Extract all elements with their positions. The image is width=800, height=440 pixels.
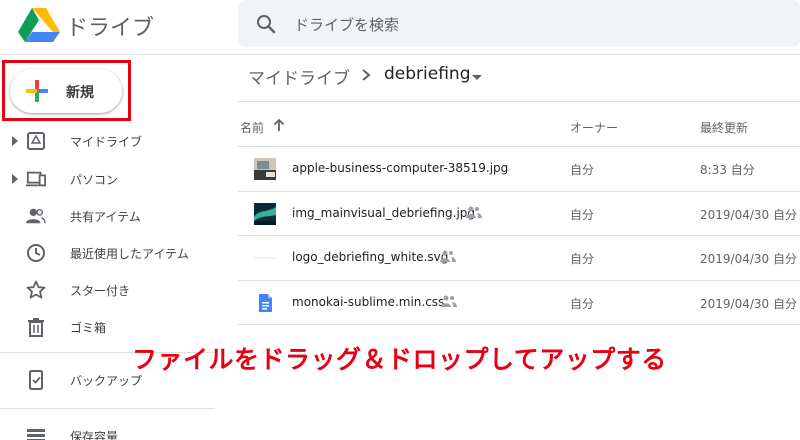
storage-icon bbox=[27, 429, 45, 440]
row-divider bbox=[238, 324, 800, 325]
file-owner: 自分 bbox=[570, 297, 595, 311]
table-row[interactable]: img_mainvisual_debriefing.jpg 自分 2019/04… bbox=[238, 192, 800, 236]
sidebar-item-computers[interactable]: パソコン bbox=[0, 163, 215, 195]
shared-people-icon bbox=[440, 250, 456, 262]
column-header-modified[interactable]: 最終更新 bbox=[700, 119, 748, 136]
breadcrumb-current[interactable]: debriefing bbox=[384, 64, 471, 84]
file-modified: 2019/04/30 自分 bbox=[700, 252, 797, 266]
table-row[interactable]: apple-business-computer-38519.jpg 自分 8:3… bbox=[238, 147, 800, 191]
file-modified: 2019/04/30 自分 bbox=[700, 297, 797, 311]
sidebar-item-label: ゴミ箱 bbox=[70, 321, 107, 335]
expand-caret-icon[interactable] bbox=[12, 136, 18, 146]
backup-icon bbox=[29, 370, 43, 390]
star-icon bbox=[26, 280, 46, 299]
sidebar-item-my-drive[interactable]: マイドライブ bbox=[0, 125, 215, 157]
sidebar-item-shared[interactable]: 共有アイテム bbox=[0, 200, 215, 232]
file-owner: 自分 bbox=[570, 208, 595, 222]
sidebar-item-recent[interactable]: 最近使用したアイテム bbox=[0, 237, 215, 269]
trash-icon bbox=[28, 318, 44, 337]
svg-file-icon bbox=[254, 257, 276, 259]
sidebar-item-label: 共有アイテム bbox=[70, 210, 141, 224]
sidebar-item-label: マイドライブ bbox=[70, 135, 143, 149]
document-icon bbox=[259, 294, 272, 312]
column-header-owner[interactable]: オーナー bbox=[570, 119, 618, 136]
highlight-box bbox=[2, 60, 131, 121]
breadcrumb-divider bbox=[238, 101, 800, 102]
table-row[interactable]: logo_debriefing_white.svg 自分 2019/04/30 … bbox=[238, 236, 800, 280]
my-drive-icon bbox=[27, 132, 45, 150]
sidebar-item-trash[interactable]: ゴミ箱 bbox=[0, 311, 215, 343]
file-name: img_mainvisual_debriefing.jpg bbox=[292, 206, 476, 220]
file-name: monokai-sublime.min.css bbox=[292, 295, 445, 309]
chevron-down-icon[interactable] bbox=[472, 75, 482, 80]
table-row[interactable]: monokai-sublime.min.css 自分 2019/04/30 自分 bbox=[238, 281, 800, 325]
sidebar-item-label: スター付き bbox=[70, 284, 131, 298]
chevron-right-icon bbox=[362, 69, 371, 81]
breadcrumb-root[interactable]: マイドライブ bbox=[248, 64, 350, 89]
app-title: ドライブ bbox=[66, 16, 155, 41]
sidebar-item-label: 最近使用したアイテム bbox=[70, 247, 189, 261]
header-divider bbox=[0, 54, 800, 55]
clock-icon bbox=[27, 244, 45, 262]
file-name: apple-business-computer-38519.jpg bbox=[292, 161, 509, 175]
sidebar-item-label: 保存容量 bbox=[70, 430, 119, 440]
expand-caret-icon[interactable] bbox=[12, 174, 18, 184]
people-icon bbox=[26, 208, 46, 224]
image-thumbnail-icon bbox=[254, 203, 276, 225]
search-icon[interactable] bbox=[256, 14, 276, 34]
image-thumbnail-icon bbox=[254, 158, 276, 180]
computers-icon bbox=[26, 171, 46, 187]
file-owner: 自分 bbox=[570, 163, 595, 177]
sidebar-item-starred[interactable]: スター付き bbox=[0, 274, 215, 306]
file-modified: 2019/04/30 自分 bbox=[700, 208, 797, 222]
shared-people-icon bbox=[441, 295, 457, 307]
search-bar[interactable]: ドライブを検索 bbox=[238, 0, 800, 47]
sort-arrow-up-icon[interactable] bbox=[273, 118, 285, 132]
instruction-overlay-text: ファイルをドラッグ＆ドロップしてアップする bbox=[132, 345, 667, 374]
search-input[interactable]: ドライブを検索 bbox=[294, 14, 399, 35]
file-owner: 自分 bbox=[570, 252, 595, 266]
file-name: logo_debriefing_white.svg bbox=[292, 250, 449, 264]
file-modified: 8:33 自分 bbox=[700, 163, 755, 177]
column-header-name[interactable]: 名前 bbox=[240, 119, 264, 136]
sidebar-divider bbox=[0, 408, 215, 409]
google-drive-logo bbox=[18, 8, 60, 42]
sidebar-item-storage[interactable]: 保存容量 bbox=[0, 420, 215, 440]
sidebar-item-label: パソコン bbox=[70, 173, 119, 187]
shared-people-icon bbox=[466, 206, 482, 218]
